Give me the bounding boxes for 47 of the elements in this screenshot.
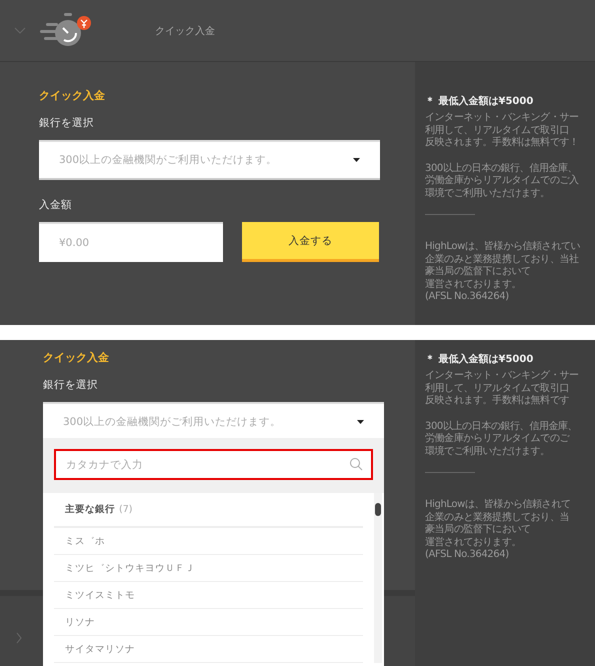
field-label: 銀行を選択 <box>43 378 99 392</box>
scrollbar[interactable] <box>374 493 382 663</box>
section-title: クイック入金 <box>43 350 110 365</box>
group-label: 主要な銀行 <box>65 503 115 516</box>
caret-icon <box>357 420 364 424</box>
info-text: 利用して、リアルタイムで取引口 <box>425 124 570 136</box>
info-text: 労働金庫からリアルタイムでのご入 <box>425 175 580 188</box>
chevron-right-icon[interactable] <box>16 632 22 644</box>
info-text: 環境でご利用いただけます。 <box>425 188 551 200</box>
info-text: インターネット・バンキング・サー <box>425 370 580 382</box>
info-text: 反映されます。手数料は無料です！ <box>425 137 580 150</box>
info-text: 環境でご利用いただけます。 <box>425 446 551 458</box>
minimum-deposit-note: ＊ 最低入金額は¥5000 <box>425 94 534 108</box>
info-text: 反映されます。手数料は無料です <box>425 395 570 408</box>
info-text: インターネット・バンキング・サー <box>425 112 580 124</box>
info-text: (AFSL No.364264) <box>425 291 510 304</box>
info-text: 運営されております。 <box>425 278 522 291</box>
field-label: 入金額 <box>39 198 73 212</box>
info-text: 労働金庫からリアルタイムでのご <box>425 433 570 446</box>
bank-option[interactable]: リソナ <box>54 609 363 636</box>
section-title: クイック入金 <box>39 88 106 103</box>
info-text: 利用して、リアルタイムで取引口 <box>425 382 570 394</box>
page-title: クイック入金 <box>155 24 215 38</box>
info-text: 豪当局の監督下において <box>425 524 532 536</box>
bank-option[interactable]: ミス゛ホ <box>54 528 363 555</box>
info-text: 企業のみと業務提携しており、当社 <box>425 254 580 266</box>
info-text: (AFSL No.364264) <box>425 549 510 562</box>
info-text: 300以上の日本の銀行、信用金庫、 <box>425 420 578 432</box>
chevron-down-icon[interactable] <box>14 26 26 34</box>
bank-select[interactable]: 300以上の金融機関がご利用いただけます。 <box>39 140 380 180</box>
bank-option[interactable]: サイタマリソナ <box>54 636 363 663</box>
group-count: (7) <box>119 504 132 515</box>
info-text: 運営されております。 <box>425 536 522 549</box>
field-label: 銀行を選択 <box>39 116 95 130</box>
info-text: HighLowは、皆様から信頼されてい <box>425 241 582 254</box>
bank-option[interactable]: ミツイスミトモ <box>54 582 363 609</box>
info-text: 企業のみと業務提携しており、当 <box>425 512 570 524</box>
search-field[interactable]: カタカナで入力 <box>54 449 373 480</box>
info-text: 豪当局の監督下において <box>425 266 532 278</box>
info-text: HighLowは、皆様から信頼されて <box>425 499 572 512</box>
search-icon <box>349 457 363 471</box>
info-text: 300以上の日本の銀行、信用金庫、 <box>425 162 578 174</box>
minimum-deposit-note: ＊ 最低入金額は¥5000 <box>425 352 534 366</box>
deposit-button[interactable]: 入金する <box>242 222 379 262</box>
caret-icon <box>353 158 360 162</box>
amount-input[interactable]: ¥0.00 <box>39 222 223 262</box>
bank-option[interactable]: ミツヒ゛シトウキヨウＵＦＪ <box>54 555 363 582</box>
